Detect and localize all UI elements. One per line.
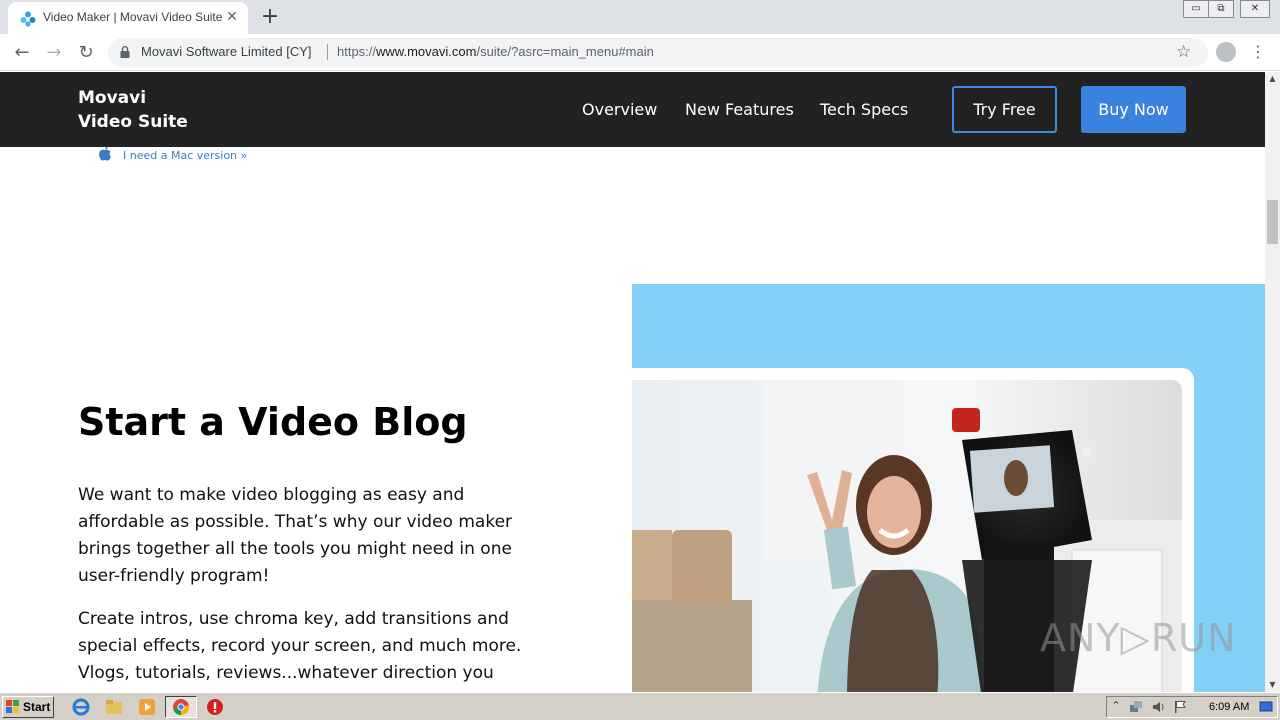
section-paragraph-2: Create intros, use chroma key, add trans…	[78, 609, 522, 683]
browser-tab[interactable]: Video Maker | Movavi Video Suite ✕	[8, 2, 248, 34]
mac-version-text: I need a Mac version »	[123, 149, 248, 162]
omnibox-separator	[327, 44, 328, 60]
apple-icon	[99, 146, 111, 161]
profile-avatar-icon[interactable]	[1216, 42, 1236, 62]
internet-explorer-icon[interactable]	[72, 698, 90, 716]
restore-button[interactable]: ⧉	[1208, 0, 1234, 18]
network-icon[interactable]	[1129, 700, 1143, 714]
show-desktop-icon[interactable]	[1259, 700, 1273, 714]
tray-expand-icon[interactable]: ⌃	[1109, 699, 1123, 713]
new-tab-button[interactable]: +	[258, 5, 282, 29]
media-player-icon[interactable]	[138, 698, 156, 716]
forward-button[interactable]: →	[42, 41, 66, 65]
tab-close-icon[interactable]: ✕	[224, 9, 240, 25]
scrollbar-thumb[interactable]	[1267, 200, 1278, 244]
start-label: Start	[23, 700, 51, 714]
system-tray: ⌃	[1106, 696, 1278, 718]
minimize-button[interactable]: ▭	[1183, 0, 1209, 18]
page-scrollbar[interactable]: ▲ ▼	[1265, 72, 1280, 692]
action-center-flag-icon[interactable]	[1173, 700, 1187, 714]
start-button[interactable]: Start	[2, 696, 54, 718]
bookmark-star-icon[interactable]: ☆	[1176, 42, 1191, 62]
lock-icon	[120, 46, 130, 58]
url-text[interactable]: https://www.movavi.com/suite/?asrc=main_…	[337, 44, 654, 59]
windows-logo-icon	[6, 700, 19, 713]
chrome-taskbar-button[interactable]	[165, 696, 197, 718]
movavi-favicon-icon	[20, 11, 36, 27]
browser-tab-strip: Video Maker | Movavi Video Suite ✕ + ▭ ⧉…	[0, 0, 1280, 34]
buy-now-button[interactable]: Buy Now	[1081, 86, 1186, 133]
nav-new-features[interactable]: New Features	[685, 100, 794, 119]
browser-menu-icon[interactable]: ⋮	[1250, 41, 1266, 63]
anyrun-watermark: ANY▷RUN	[1040, 616, 1237, 660]
brand-logo[interactable]: Movavi Video Suite	[78, 86, 188, 134]
windows-taskbar: Start ⌃ 6:09 AM	[0, 692, 1280, 720]
browser-toolbar: ← → ↻ Movavi Software Limited [CY] https…	[0, 34, 1280, 71]
site-identity[interactable]: Movavi Software Limited [CY]	[141, 44, 312, 59]
section-heading: Start a Video Blog	[78, 400, 468, 444]
section-paragraph-1: We want to make video blogging as easy a…	[78, 485, 513, 586]
reload-button[interactable]: ↻	[74, 41, 98, 65]
nav-tech-specs[interactable]: Tech Specs	[820, 100, 908, 119]
scroll-down-arrow-icon[interactable]: ▼	[1265, 678, 1280, 692]
close-window-button[interactable]: ✕	[1240, 0, 1270, 18]
volume-icon[interactable]	[1151, 700, 1165, 714]
chrome-icon	[173, 699, 190, 716]
tab-title: Video Maker | Movavi Video Suite	[43, 10, 223, 24]
scroll-up-arrow-icon[interactable]: ▲	[1265, 72, 1280, 86]
try-free-button[interactable]: Try Free	[952, 86, 1057, 133]
site-header: Movavi Video Suite Overview New Features…	[0, 72, 1265, 147]
address-bar[interactable]: Movavi Software Limited [CY] https://www…	[108, 38, 1208, 67]
web-page: Movavi Video Suite Overview New Features…	[0, 72, 1265, 692]
file-explorer-icon[interactable]	[105, 698, 123, 716]
stop-sign-icon[interactable]	[206, 698, 224, 716]
nav-overview[interactable]: Overview	[582, 100, 657, 119]
taskbar-clock[interactable]: 6:09 AM	[1209, 701, 1249, 713]
back-button[interactable]: ←	[10, 41, 34, 65]
